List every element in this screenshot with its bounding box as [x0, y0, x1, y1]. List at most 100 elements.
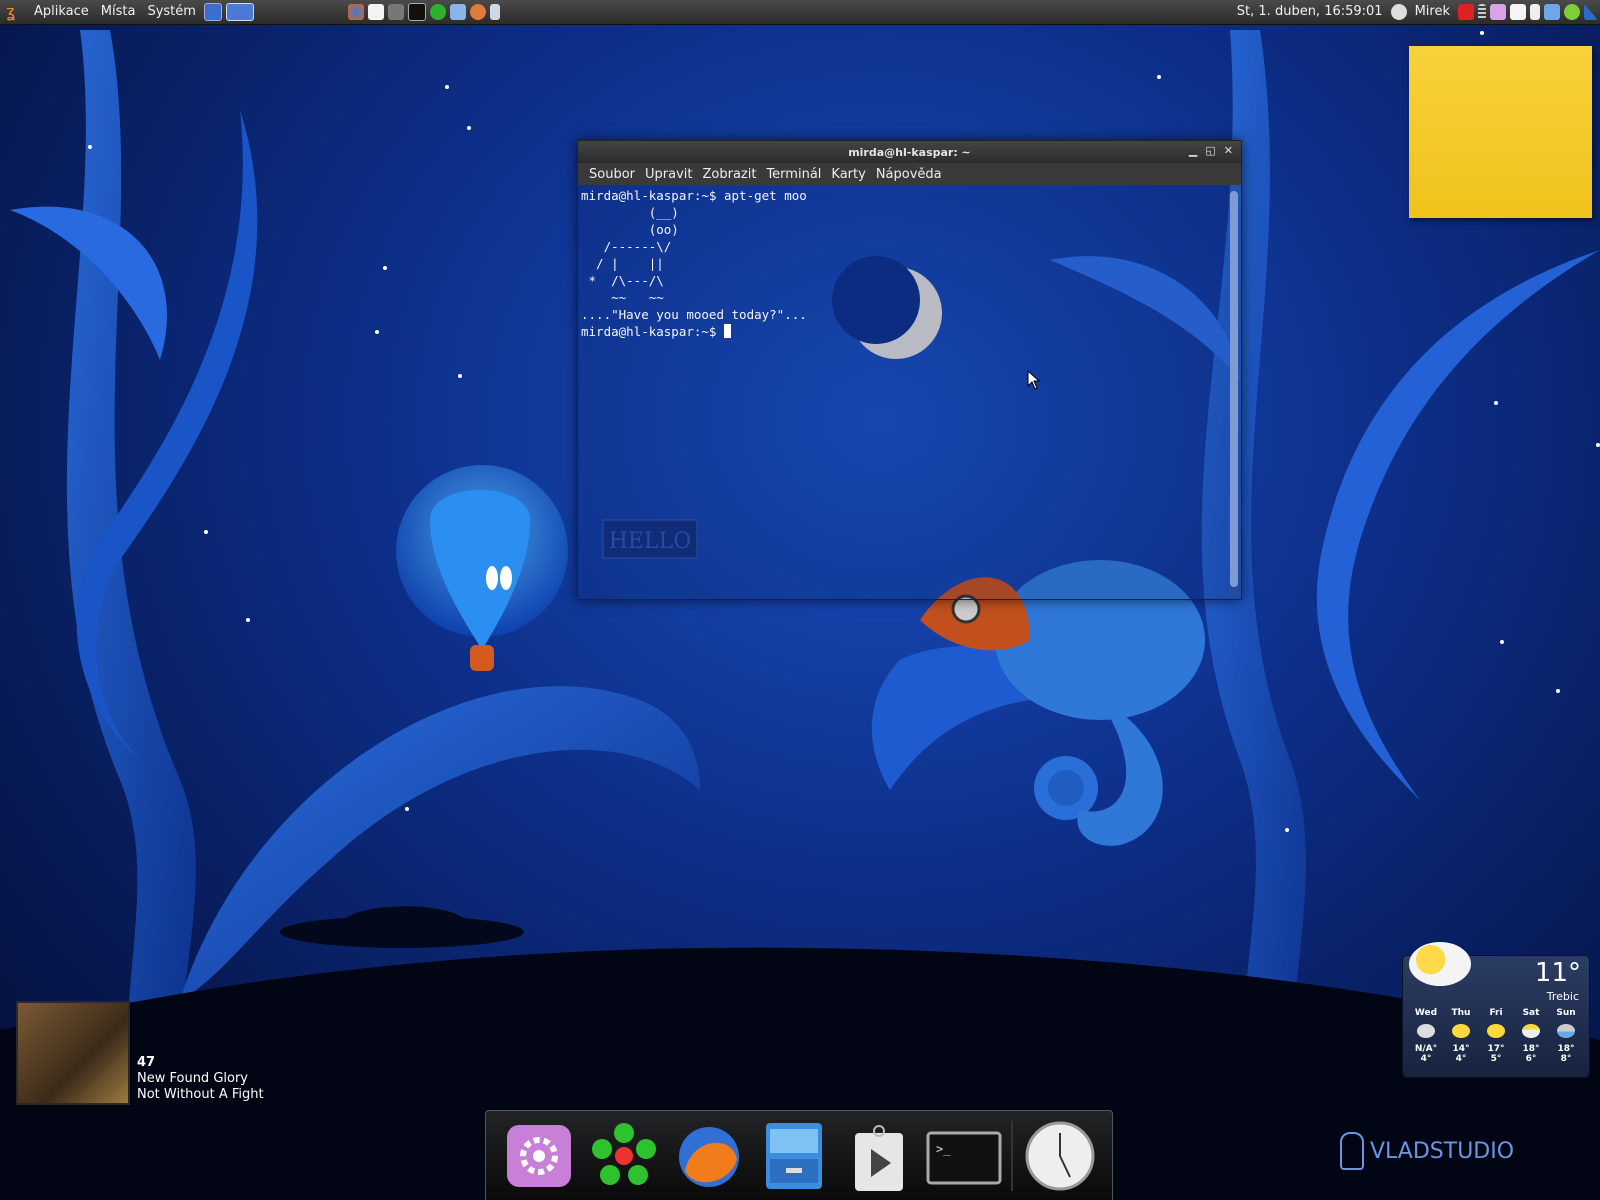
track-artist: New Found Glory	[137, 1071, 248, 1086]
terminal-prompt: mirda@hl-kaspar:~$	[581, 324, 724, 339]
terminal-prompt-line: mirda@hl-kaspar:~$	[581, 323, 1222, 340]
album-cover[interactable]	[16, 1001, 130, 1105]
gimp-launcher-icon[interactable]	[387, 4, 404, 20]
phone-launcher-icon[interactable]	[489, 4, 500, 20]
star	[204, 530, 208, 534]
mouse-pointer-icon	[1027, 370, 1041, 390]
terminal-menu-terminal[interactable]: Terminál	[761, 167, 826, 182]
forecast-day-name: Sun	[1556, 1008, 1576, 1018]
terminal-window[interactable]: mirda@hl-kaspar: ~ ▁ ◱ ✕ Soubor Upravit …	[577, 140, 1242, 600]
terminal-line: (oo)	[581, 222, 679, 237]
pidgin-launcher-icon[interactable]	[367, 4, 384, 20]
workspace-switcher-icon[interactable]	[225, 3, 254, 21]
menu-system[interactable]: Systém	[141, 0, 201, 24]
terminal-menu-edit[interactable]: Upravit	[640, 167, 697, 182]
terminal-launcher-icon[interactable]	[407, 3, 426, 21]
terminal-scrollbar-thumb[interactable]	[1230, 191, 1238, 587]
forecast-day: Sat 18° 6°	[1514, 1008, 1548, 1064]
sticky-note[interactable]	[1409, 46, 1592, 218]
star	[1556, 689, 1560, 693]
close-icon[interactable]: ✕	[1224, 144, 1233, 157]
forecast-low: 8°	[1560, 1054, 1572, 1064]
terminal-scrollbar[interactable]	[1229, 187, 1239, 595]
compiz-icon[interactable]	[1490, 4, 1506, 20]
terminal-line: * /\---/\	[581, 273, 664, 288]
firefox-dock-icon[interactable]	[671, 1119, 747, 1193]
star	[88, 145, 92, 149]
forecast-day: Wed N/A° 4°	[1409, 1008, 1443, 1064]
update-icon[interactable]	[1564, 4, 1580, 20]
forecast-low: 4°	[1455, 1054, 1467, 1064]
star	[405, 807, 409, 811]
dock-separator	[1010, 1120, 1013, 1191]
weather-city: Trebic	[1546, 990, 1579, 1003]
vladstudio-logo-icon	[1340, 1132, 1364, 1170]
file-manager-dock-icon[interactable]	[756, 1119, 832, 1193]
clock-dock-icon[interactable]	[1022, 1119, 1098, 1193]
terminal-line: (__)	[581, 205, 679, 220]
dock: >_	[485, 1110, 1113, 1200]
panel-user[interactable]: Mirek	[1409, 0, 1456, 24]
forecast-low: 5°	[1490, 1054, 1502, 1064]
terminal-menu-tabs[interactable]: Karty	[826, 167, 870, 182]
star	[1285, 828, 1289, 832]
pidgin-tray-icon[interactable]	[1510, 4, 1526, 20]
firefox-launcher-icon[interactable]	[347, 4, 364, 20]
terminal-line: mirda@hl-kaspar:~$ apt-get moo	[581, 188, 807, 203]
maximize-icon[interactable]: ◱	[1205, 144, 1215, 157]
show-desktop-icon[interactable]	[203, 3, 222, 21]
sun-icon	[1452, 1024, 1470, 1038]
star	[1596, 443, 1600, 447]
vladstudio-watermark: VLADSTUDIO	[1340, 1132, 1514, 1170]
terminal-dock-icon[interactable]: >_	[926, 1119, 1002, 1193]
terminal-line: ...."Have you mooed today?"...	[581, 307, 807, 322]
terminal-menu-view[interactable]: Zobrazit	[697, 167, 761, 182]
burner-launcher-icon[interactable]	[469, 4, 486, 20]
display-icon[interactable]	[1544, 4, 1560, 20]
cloud-sun-icon	[1409, 942, 1471, 986]
terminal-line: ~~ ~~	[581, 290, 664, 305]
forecast-day-name: Wed	[1414, 1008, 1438, 1018]
network-tool-icon[interactable]	[449, 4, 466, 20]
rain-icon	[1557, 1024, 1575, 1038]
lock-icon[interactable]	[1530, 4, 1540, 20]
star	[383, 266, 387, 270]
star	[1157, 75, 1161, 79]
current-temperature: 11°	[1534, 958, 1581, 988]
power-icon[interactable]	[1458, 4, 1474, 20]
media-player-dock-icon[interactable]	[841, 1119, 917, 1193]
forecast-low: 4°	[1420, 1054, 1432, 1064]
svg-text:>_: >_	[936, 1142, 951, 1156]
menu-lines-icon[interactable]	[1478, 4, 1486, 20]
signal-strength-icon[interactable]	[1584, 4, 1598, 20]
star	[467, 126, 471, 130]
terminal-titlebar[interactable]: mirda@hl-kaspar: ~ ▁ ◱ ✕	[578, 141, 1241, 163]
gnome-foot-icon[interactable]: ʓ	[6, 3, 24, 21]
menu-places[interactable]: Místa	[95, 0, 142, 24]
track-album: Not Without A Fight	[137, 1087, 264, 1102]
terminal-line: / | ||	[581, 256, 664, 271]
star	[1500, 640, 1504, 644]
weather-widget[interactable]: 11° Trebic Wed N/A° 4° Thu 14° 4° Fri 17…	[1402, 942, 1590, 1078]
system-settings-dock-icon[interactable]	[501, 1119, 577, 1193]
terminal-output[interactable]: mirda@hl-kaspar:~$ apt-get moo (__) (oo)…	[578, 185, 1225, 599]
terminal-menu-file[interactable]: Soubor	[584, 167, 640, 182]
star	[1494, 401, 1498, 405]
panel-clock[interactable]: St, 1. duben, 16:59:01	[1231, 0, 1389, 24]
terminal-menubar: Soubor Upravit Zobrazit Terminál Karty N…	[578, 163, 1241, 185]
presence-icon[interactable]	[1390, 4, 1407, 20]
cloudy-icon	[1417, 1024, 1435, 1038]
forecast-high: N/A°	[1414, 1044, 1438, 1054]
menu-applications[interactable]: Aplikace	[28, 0, 95, 24]
star	[246, 618, 250, 622]
star	[375, 330, 379, 334]
minimize-icon[interactable]: ▁	[1189, 144, 1197, 157]
forecast-day-name: Thu	[1451, 1008, 1471, 1018]
icq-dock-icon[interactable]	[586, 1119, 662, 1193]
terminal-menu-help[interactable]: Nápověda	[871, 167, 947, 182]
icq-launcher-icon[interactable]	[429, 4, 446, 20]
vladstudio-text: VLADSTUDIO	[1370, 1138, 1515, 1164]
track-number: 47	[137, 1055, 156, 1070]
forecast-day: Thu 14° 4°	[1444, 1008, 1478, 1064]
forecast-row: Wed N/A° 4° Thu 14° 4° Fri 17° 5° Sat 18…	[1409, 1008, 1583, 1064]
